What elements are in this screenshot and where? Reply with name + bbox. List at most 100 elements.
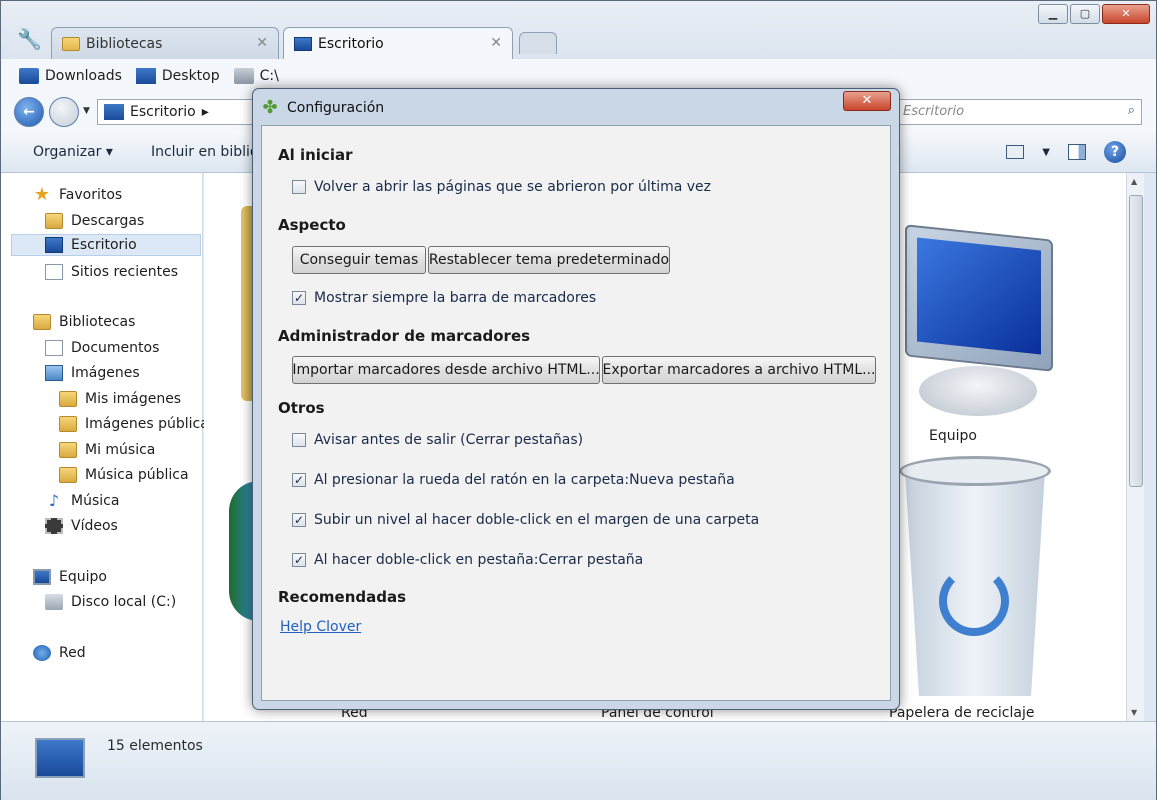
dialog-title: Configuración — [287, 100, 385, 116]
middle-click-new-tab-checkbox[interactable]: ✓ Al presionar la rueda del ratón en la … — [292, 472, 735, 488]
warn-before-exit-checkbox[interactable]: Avisar antes de salir (Cerrar pestañas) — [292, 432, 583, 448]
tab-label: Escritorio — [318, 35, 384, 52]
checkbox-box[interactable] — [292, 180, 306, 194]
tab-label: Bibliotecas — [86, 35, 163, 52]
forward-button[interactable] — [49, 97, 79, 127]
search-input[interactable]: Escritorio ⌕ — [894, 99, 1142, 125]
nav-documentos[interactable]: Documentos — [45, 337, 159, 359]
new-tab-button[interactable] — [519, 32, 557, 54]
include-in-library-menu[interactable]: Incluir en bibliot — [151, 144, 264, 160]
vertical-scrollbar[interactable]: ▲ ▼ — [1126, 173, 1144, 721]
item-label-papelera[interactable]: Papelera de reciclaje — [889, 705, 1034, 721]
organize-label: Organizar — [33, 143, 102, 160]
dialog-close-button[interactable]: ✕ — [843, 91, 891, 111]
nav-musica-publica[interactable]: Música pública — [59, 464, 189, 486]
import-bookmarks-button[interactable]: Importar marcadores desde archivo HTML..… — [292, 356, 600, 384]
double-click-close-tab-checkbox[interactable]: ✓ Al hacer doble-click en pestaña:Cerrar… — [292, 552, 643, 568]
nav-label: Bibliotecas — [59, 314, 136, 330]
get-themes-button[interactable]: Conseguir temas — [292, 246, 426, 274]
details-pane: 15 elementos — [1, 721, 1156, 800]
downloads-icon — [19, 68, 39, 84]
nav-label: Descargas — [71, 213, 145, 229]
help-clover-link[interactable]: Help Clover — [280, 619, 361, 635]
nav-label: Mis imágenes — [85, 391, 182, 407]
tab-escritorio[interactable]: Escritorio ✕ — [283, 27, 513, 59]
nav-label: Imágenes — [71, 365, 140, 381]
show-bookmarks-bar-checkbox[interactable]: ✓ Mostrar siempre la barra de marcadores — [292, 290, 596, 306]
maximize-button[interactable]: ▢ — [1070, 4, 1100, 24]
nav-musica[interactable]: ♪ Música — [45, 490, 120, 512]
favorite-desktop[interactable]: Desktop — [135, 68, 220, 84]
desktop-icon — [35, 738, 85, 778]
nav-label: Red — [59, 645, 86, 661]
nav-escritorio[interactable]: Escritorio — [11, 234, 201, 256]
checkbox-box[interactable]: ✓ — [292, 291, 306, 305]
nav-mi-musica[interactable]: Mi música — [59, 439, 155, 461]
section-heading-appearance: Aspecto — [278, 216, 346, 234]
nav-label: Documentos — [71, 340, 160, 356]
close-button[interactable]: ✕ — [1102, 4, 1150, 24]
scrollbar-thumb[interactable] — [1129, 195, 1143, 487]
nav-disco-local[interactable]: Disco local (C:) — [45, 591, 176, 613]
checkbox-label: Avisar antes de salir (Cerrar pestañas) — [314, 432, 584, 448]
favorite-c-drive[interactable]: C:\ — [233, 68, 279, 84]
help-icon[interactable]: ? — [1104, 141, 1126, 163]
nav-label: Sitios recientes — [71, 264, 178, 280]
network-icon — [33, 645, 51, 661]
checkbox-box[interactable] — [292, 433, 306, 447]
nav-imagenes[interactable]: Imágenes — [45, 362, 140, 384]
window-controls: ▁ ▢ ✕ — [1038, 4, 1150, 24]
recent-pages-dropdown[interactable]: ▼ — [83, 106, 90, 116]
wrench-icon[interactable]: 🔧 — [17, 27, 42, 51]
nav-label: Favoritos — [59, 187, 123, 203]
computer-item-icon[interactable] — [899, 224, 1057, 416]
dialog-title-bar: ✤ Configuración — [261, 97, 384, 119]
nav-imagenes-publicas[interactable]: Imágenes públicas — [59, 413, 216, 435]
nav-equipo[interactable]: Equipo — [33, 566, 107, 588]
tab-close-icon[interactable]: ✕ — [490, 35, 502, 51]
reopen-pages-checkbox[interactable]: Volver a abrir las páginas que se abrier… — [292, 179, 711, 195]
libraries-icon — [33, 314, 51, 330]
command-bar-right: ▼ ? — [1006, 141, 1126, 163]
organize-menu[interactable]: Organizar ▾ — [33, 144, 113, 160]
scroll-down-arrow[interactable]: ▼ — [1131, 708, 1137, 717]
nav-bibliotecas[interactable]: Bibliotecas — [33, 311, 135, 333]
nav-red[interactable]: Red — [33, 642, 86, 664]
view-dropdown-icon[interactable]: ▼ — [1042, 147, 1050, 158]
nav-videos[interactable]: Vídeos — [45, 515, 118, 537]
export-bookmarks-button[interactable]: Exportar marcadores a archivo HTML... — [602, 356, 876, 384]
checkbox-box[interactable]: ✓ — [292, 553, 306, 567]
section-heading-others: Otros — [278, 399, 325, 417]
tab-bibliotecas[interactable]: Bibliotecas ✕ — [51, 27, 279, 59]
nav-favorites[interactable]: ★ Favoritos — [33, 184, 122, 206]
reset-theme-button[interactable]: Restablecer tema predeterminado — [428, 246, 670, 274]
recycle-logo-icon — [939, 566, 1009, 636]
checkbox-label: Al presionar la rueda del ratón en la ca… — [314, 472, 735, 488]
nav-descargas[interactable]: Descargas — [45, 210, 144, 232]
star-icon: ★ — [33, 184, 51, 205]
music-icon: ♪ — [48, 491, 60, 510]
nav-label: Equipo — [59, 569, 107, 585]
folder-icon — [59, 391, 77, 407]
nav-mis-imagenes[interactable]: Mis imágenes — [59, 388, 181, 410]
preview-pane-icon[interactable] — [1068, 144, 1086, 160]
desktop-icon — [135, 68, 156, 84]
nav-sitios-recientes[interactable]: Sitios recientes — [45, 261, 178, 283]
clover-icon: ✤ — [262, 97, 278, 118]
back-button[interactable]: ← — [14, 97, 44, 127]
recycle-bin-icon[interactable] — [899, 456, 1051, 702]
item-label-equipo[interactable]: Equipo — [929, 428, 977, 444]
double-click-up-level-checkbox[interactable]: ✓ Subir un nivel al hacer doble-click en… — [292, 512, 759, 528]
change-view-icon[interactable] — [1006, 145, 1025, 159]
monitor-stand — [919, 366, 1037, 416]
scroll-up-arrow[interactable]: ▲ — [1131, 177, 1137, 186]
checkbox-box[interactable]: ✓ — [292, 473, 306, 487]
checkbox-box[interactable]: ✓ — [292, 513, 306, 527]
favorite-label: C:\ — [259, 68, 279, 84]
tab-close-icon[interactable]: ✕ — [256, 35, 268, 51]
search-icon[interactable]: ⌕ — [1128, 103, 1135, 118]
minimize-button[interactable]: ▁ — [1038, 4, 1068, 24]
favorite-downloads[interactable]: Downloads — [19, 68, 122, 84]
bin-rim — [899, 456, 1051, 486]
address-separator[interactable]: ▸ — [202, 104, 209, 120]
